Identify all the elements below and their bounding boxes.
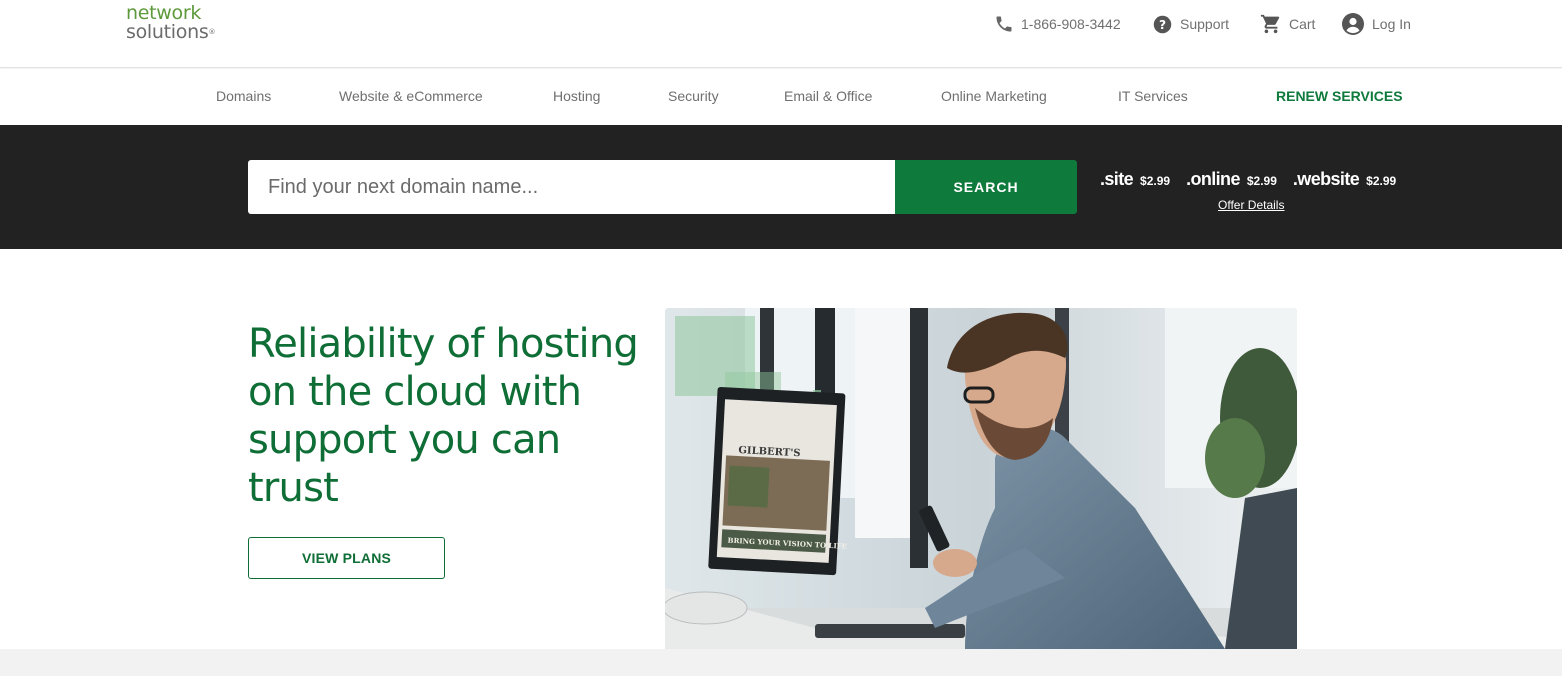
phone-link[interactable]: 1-866-908-3442: [994, 12, 1121, 36]
top-header: network solutions® 1-866-908-3442 ? Supp…: [0, 0, 1562, 68]
logo-line-2-text: solutions: [126, 21, 209, 43]
nav-domains[interactable]: Domains: [216, 88, 271, 104]
logo-registered-mark: ®: [208, 28, 216, 36]
cart-link[interactable]: Cart: [1260, 12, 1315, 36]
brand-logo[interactable]: network solutions®: [126, 4, 215, 42]
search-button[interactable]: SEARCH: [895, 160, 1077, 214]
support-link[interactable]: ? Support: [1152, 12, 1229, 36]
cart-label: Cart: [1289, 16, 1316, 32]
cart-icon: [1260, 14, 1280, 34]
help-circle-icon: ?: [1153, 15, 1172, 33]
login-label: Log In: [1372, 16, 1411, 32]
phone-number: 1-866-908-3442: [1021, 16, 1121, 32]
svg-text:?: ?: [1159, 17, 1166, 31]
nav-renew-services[interactable]: RENEW SERVICES: [1276, 88, 1403, 104]
tld-price: $2.99: [1366, 174, 1397, 188]
hero-photo: GILBERT'S BRING YOUR VISION TO LIFE: [665, 308, 1297, 649]
nav-it-services[interactable]: IT Services: [1118, 88, 1188, 104]
main-nav: Domains Website & eCommerce Hosting Secu…: [0, 69, 1562, 125]
account-icon: [1342, 13, 1364, 35]
tld-price: $2.99: [1246, 174, 1277, 188]
tld-price: $2.99: [1140, 174, 1171, 188]
phone-icon: [996, 16, 1012, 32]
logo-line-2: solutions®: [126, 23, 215, 42]
tld-name: .online: [1186, 169, 1240, 189]
tld-offer-website[interactable]: .website $2.99: [1293, 169, 1396, 190]
tld-name: .website: [1292, 169, 1360, 189]
offer-details-link[interactable]: Offer Details: [1218, 198, 1284, 212]
nav-online-marketing[interactable]: Online Marketing: [941, 88, 1047, 104]
support-label: Support: [1180, 16, 1230, 32]
hero-illustration: GILBERT'S BRING YOUR VISION TO LIFE: [665, 308, 1297, 649]
nav-email-office[interactable]: Email & Office: [784, 88, 872, 104]
tld-offer-online[interactable]: .online $2.99: [1186, 169, 1277, 190]
tld-offers: .site $2.99 .online $2.99 .website $2.99: [1100, 169, 1412, 190]
login-link[interactable]: Log In: [1341, 12, 1411, 36]
nav-security[interactable]: Security: [668, 88, 719, 104]
view-plans-button[interactable]: VIEW PLANS: [248, 537, 445, 579]
nav-website-ecommerce[interactable]: Website & eCommerce: [339, 88, 483, 104]
tld-offer-site[interactable]: .site $2.99: [1100, 169, 1170, 190]
nav-hosting[interactable]: Hosting: [553, 88, 600, 104]
domain-search-band: SEARCH .site $2.99 .online $2.99 .websit…: [0, 125, 1562, 249]
domain-search-input[interactable]: [248, 160, 895, 214]
hero-title: Reliability of hosting on the cloud with…: [248, 321, 639, 511]
next-section-strip: [0, 649, 1562, 676]
tld-name: .site: [1100, 169, 1134, 189]
